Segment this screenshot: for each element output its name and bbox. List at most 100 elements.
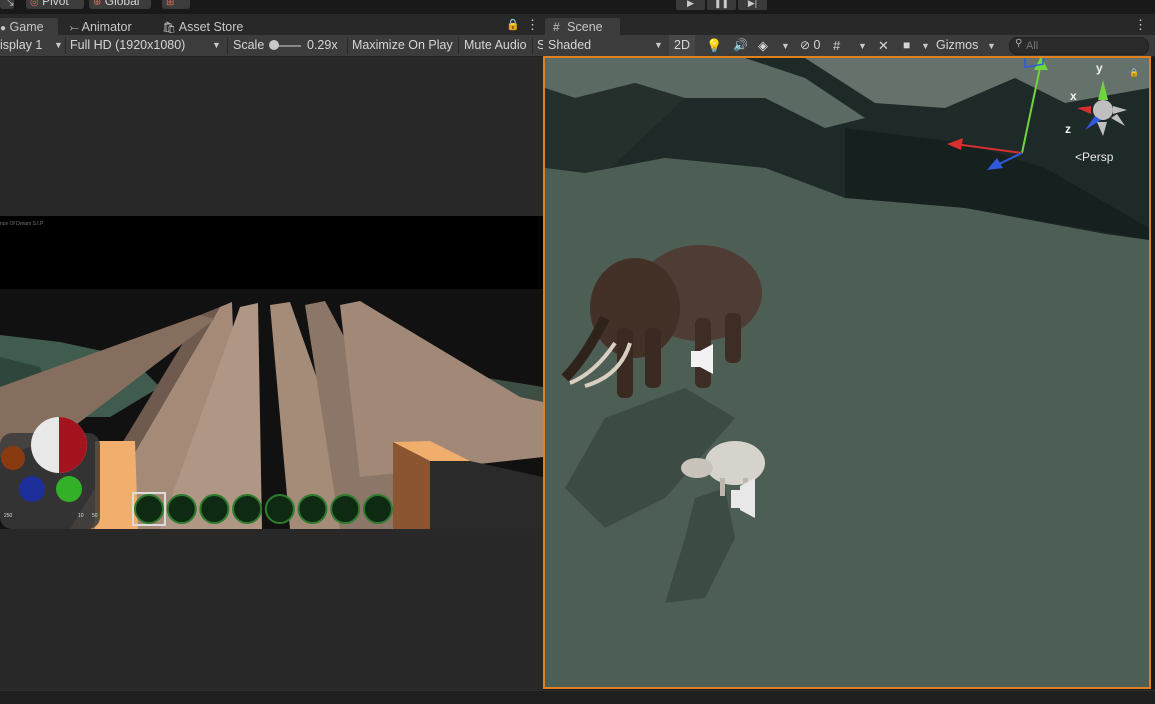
tab-animator[interactable]: ⤚ Animator	[70, 18, 150, 36]
game-view[interactable]: nce Of Dream S.I.P 250 10 50	[0, 57, 543, 690]
tab-asset-store[interactable]: 🛍 Asset Store	[162, 18, 272, 36]
chevron-down-icon[interactable]: ▼	[921, 35, 930, 56]
axis-x-label: x	[1070, 89, 1077, 103]
more-options-icon[interactable]: ⋮	[526, 17, 539, 33]
projection-label: Persp	[1082, 150, 1114, 164]
pivot-icon: ◎	[30, 0, 39, 8]
camera-icon[interactable]: ■	[903, 35, 910, 56]
resolution-dropdown[interactable]: Full HD (1920x1080) ▼	[70, 35, 226, 56]
scene-view-toolbar: Shaded ▼ 2D 💡 🔊 ◈ ▼ ⊘ 0 # ▼ ✕ ■ ▼ Gizmos…	[543, 35, 1155, 57]
scene-search-field[interactable]: ⚲	[1009, 37, 1149, 55]
hotbar-slot[interactable]	[232, 494, 263, 524]
display-value: isplay 1	[0, 38, 43, 52]
hotbar-slot[interactable]	[264, 494, 295, 524]
divider	[347, 37, 348, 54]
pivot-toggle-button[interactable]: ◎ Pivot	[26, 0, 84, 9]
hotbar-slot[interactable]	[362, 494, 393, 524]
status-bar	[0, 690, 1155, 704]
tool-handle-button[interactable]: ⤡	[0, 0, 14, 9]
chevron-down-icon: ▼	[654, 40, 663, 50]
more-options-icon[interactable]: ⋮	[1134, 17, 1147, 33]
display-dropdown[interactable]: isplay 1 ▼	[0, 35, 66, 56]
tab-scene-label: Scene	[567, 20, 603, 34]
scale-slider-thumb[interactable]	[269, 40, 279, 50]
game-render	[0, 216, 543, 529]
lighting-icon[interactable]: 💡	[706, 35, 722, 56]
hotbar-slot[interactable]	[330, 494, 361, 524]
step-button[interactable]: ▶|	[738, 0, 767, 10]
game-icon: ●	[0, 23, 7, 34]
hud-stat-right: 50	[92, 513, 98, 519]
axis-z-label: z	[1065, 122, 1071, 136]
divider	[65, 37, 66, 54]
mute-audio-toggle[interactable]: Mute Audio	[464, 35, 527, 56]
hotbar-slot[interactable]	[134, 494, 164, 524]
global-toggle-button[interactable]: ⊕ Global	[89, 0, 151, 9]
play-button[interactable]: ▶	[676, 0, 705, 10]
scene-panel-tabbar: # Scene ⋮	[543, 14, 1155, 36]
gizmos-label: Gizmos	[936, 38, 979, 52]
chevron-down-icon: ▼	[54, 40, 63, 50]
tab-game-label: Game	[9, 20, 44, 34]
perspective-icon: <	[1075, 150, 1083, 164]
energy-orb	[56, 476, 82, 502]
divider	[532, 37, 533, 54]
gizmos-dropdown[interactable]: Gizmos	[936, 35, 978, 56]
chevron-down-icon[interactable]: ▼	[858, 35, 867, 56]
lock-icon[interactable]: 🔒	[506, 18, 520, 31]
global-label: Global	[104, 0, 140, 8]
stamina-orb	[1, 446, 25, 470]
scale-value: 0.29x	[307, 38, 338, 52]
tab-asset-store-label: Asset Store	[178, 20, 244, 34]
game-view-toolbar: isplay 1 ▼ Full HD (1920x1080) ▼ Scale 0…	[0, 35, 545, 57]
audio-source-icon	[691, 351, 700, 367]
tools-icon[interactable]: ✕	[878, 35, 889, 56]
sky	[0, 216, 543, 290]
projection-toggle[interactable]: <Persp	[1075, 150, 1113, 164]
game-panel-tabbar: ● Game ⤚ Animator 🛍 Asset Store 🔒 ⋮	[0, 14, 543, 36]
tab-scene[interactable]: # Scene	[545, 18, 620, 36]
hud-title-text: nce Of Dream S.I.P	[0, 221, 44, 227]
hotbar-slot[interactable]	[199, 494, 230, 524]
audio-icon[interactable]: 🔊	[733, 35, 748, 56]
scene-render	[545, 58, 1149, 687]
step-icon: ▶|	[747, 0, 758, 8]
hotbar-slot[interactable]	[166, 494, 197, 524]
shading-mode-dropdown[interactable]: Shaded ▼	[548, 35, 663, 56]
eye-slash-icon: ⊘	[800, 38, 811, 52]
main-toolbar: ⤡ ◎ Pivot ⊕ Global ⊞ ▶ ❚❚ ▶|	[0, 0, 1155, 11]
snap-icon: ⊞	[166, 0, 175, 8]
hud-stat-mid: 10	[78, 513, 84, 519]
divider	[227, 37, 228, 54]
hidden-count: 0	[813, 38, 821, 52]
hand-tool-icon: ⤡	[4, 0, 14, 8]
pivot-label: Pivot	[42, 0, 69, 8]
chevron-down-icon[interactable]: ▼	[781, 35, 790, 56]
grid-icon[interactable]: #	[833, 35, 840, 56]
grid-snap-button[interactable]: ⊞	[162, 0, 190, 9]
asset-store-icon: 🛍	[162, 22, 176, 34]
axis-y-label: y	[1096, 61, 1103, 75]
scene-view[interactable]: y x z 🔒 <Persp	[543, 56, 1151, 689]
tab-animator-label: Animator	[81, 20, 132, 34]
shading-mode-value: Shaded	[548, 38, 592, 52]
divider	[458, 37, 459, 54]
play-icon: ▶	[687, 0, 694, 8]
pause-icon: ❚❚	[713, 0, 730, 8]
2d-toggle[interactable]: 2D	[669, 35, 695, 56]
chevron-down-icon[interactable]: ▼	[987, 35, 996, 56]
hotbar-slot[interactable]	[297, 494, 328, 524]
chevron-down-icon: ▼	[212, 40, 221, 50]
animator-icon: ⤚	[70, 22, 79, 34]
scale-label: Scale	[233, 38, 265, 52]
tab-game[interactable]: ● Game	[0, 18, 58, 36]
resolution-value: Full HD (1920x1080)	[70, 38, 186, 52]
hud-stat-left: 250	[4, 513, 13, 519]
gizmo-lock-icon[interactable]: 🔒	[1129, 68, 1139, 77]
search-input[interactable]	[1026, 39, 1141, 52]
pause-button[interactable]: ❚❚	[707, 0, 736, 10]
maximize-on-play-toggle[interactable]: Maximize On Play	[352, 35, 453, 56]
hidden-objects-toggle[interactable]: ⊘ 0	[800, 35, 821, 56]
effects-icon[interactable]: ◈	[758, 35, 768, 56]
search-icon: ⚲	[1015, 38, 1023, 49]
